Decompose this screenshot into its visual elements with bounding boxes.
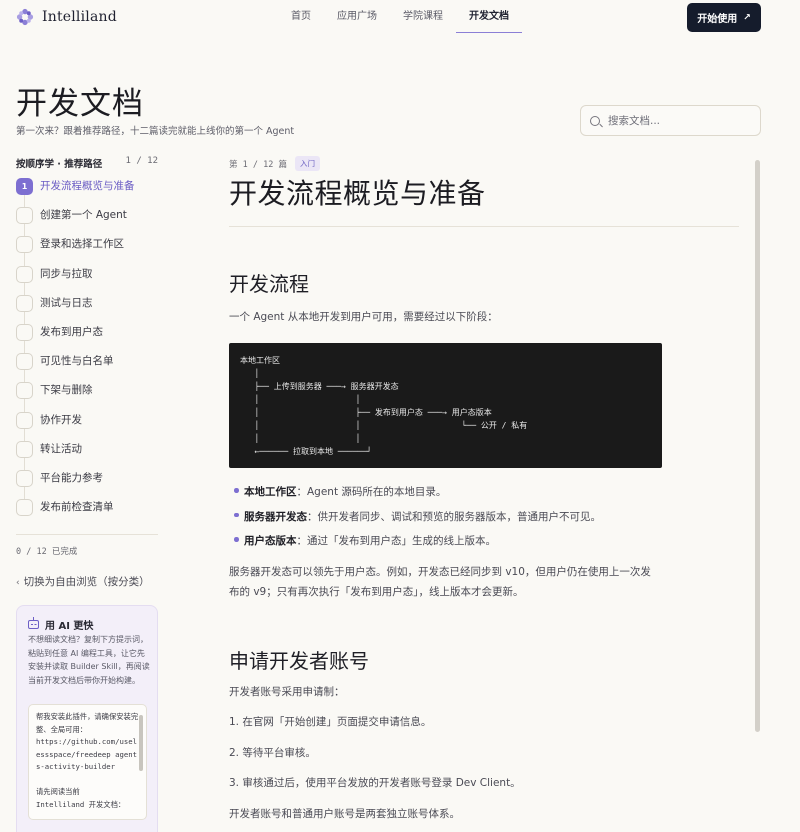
main-nav: 首页 应用广场 学院课程 开发文档 xyxy=(278,0,522,36)
step-circle xyxy=(16,207,33,225)
step-label: 测试与日志 xyxy=(40,296,93,309)
step-circle xyxy=(16,265,33,283)
prompt-scrollbar[interactable] xyxy=(139,715,143,771)
top-nav-bar: Intelliland 首页 应用广场 学院课程 开发文档 开始使用 ↗ xyxy=(0,0,800,36)
path-step-unpublish-delete[interactable]: 下架与删除 xyxy=(16,382,176,411)
step-label: 可见性与白名单 xyxy=(40,355,114,368)
chevron-left-icon: ‹ xyxy=(16,578,20,588)
step-label: 下架与删除 xyxy=(40,384,93,397)
list-item: 服务器开发态：供开发者同步、调试和预览的服务器版本，普通用户不可见。 xyxy=(229,509,669,534)
article-meta: 第 1 / 12 篇 入门 xyxy=(229,156,320,171)
page-title: 开发文档 xyxy=(16,86,144,122)
bullet-term: 本地工作区 xyxy=(244,486,297,498)
flow-diagram-text: 本地工作区 │ ├── 上传到服务器 ───→ 服务器开发态 │ │ │ ├──… xyxy=(240,356,528,456)
list-item: 用户态版本：通过「发布到用户态」生成的线上版本。 xyxy=(229,533,669,558)
ai-card-title: 用 AI 更快 xyxy=(28,616,94,632)
step-label: 发布前检查清单 xyxy=(40,501,114,514)
step-label: 开发流程概览与准备 xyxy=(40,180,135,192)
step-circle xyxy=(16,382,33,400)
logo[interactable]: Intelliland xyxy=(16,8,117,26)
bullet-text: ：通过「发布到用户态」生成的线上版本。 xyxy=(296,535,497,547)
step-label: 发布到用户态 xyxy=(40,325,103,338)
account-note: 开发者账号和普通用户账号是两套独立账号体系。 xyxy=(229,808,460,820)
search-icon xyxy=(590,115,600,126)
nav-dev-docs[interactable]: 开发文档 xyxy=(456,0,522,33)
path-heading: 按顺序学 · 推荐路径 xyxy=(16,159,103,170)
logo-flower-icon xyxy=(16,8,34,26)
nav-home[interactable]: 首页 xyxy=(278,0,324,33)
content-scrollbar[interactable] xyxy=(755,160,760,732)
learning-path-list: 1 开发流程概览与准备 创建第一个 Agent 登录和选择工作区 同步与拉取 测… xyxy=(16,178,176,528)
ai-card-description: 不想细读文档？复制下方提示词，粘贴到任意 AI 编程工具，让它先安装并读取 Bu… xyxy=(28,635,150,685)
get-started-label: 开始使用 xyxy=(697,14,738,25)
step-circle xyxy=(16,294,33,312)
title-divider xyxy=(229,226,739,227)
completion-progress: 0 / 12 已完成 xyxy=(16,547,78,557)
path-step-checklist[interactable]: 发布前检查清单 xyxy=(16,499,176,528)
step-label: 平台能力参考 xyxy=(40,471,103,484)
path-counter: 1 / 12 xyxy=(125,156,158,166)
path-step-test-logs[interactable]: 测试与日志 xyxy=(16,294,176,324)
get-started-button[interactable]: 开始使用 ↗ xyxy=(687,3,761,32)
flow-intro: 一个 Agent 从本地开发到用户可用，需要经过以下阶段： xyxy=(229,311,498,323)
path-step-login-workspace[interactable]: 登录和选择工作区 xyxy=(16,236,176,265)
step-label: 同步与拉取 xyxy=(40,267,93,280)
arrow-up-right-icon: ↗ xyxy=(743,12,751,23)
bullet-term: 服务器开发态 xyxy=(244,510,307,523)
step-circle xyxy=(16,411,33,429)
step-circle xyxy=(16,499,33,517)
free-browse-toggle[interactable]: ‹ 切换为自由浏览（按分类） xyxy=(16,574,150,589)
article-index: 第 1 / 12 篇 xyxy=(229,159,287,170)
account-step-1: 1. 在官网「开始创建」页面提交申请信息。 xyxy=(229,716,432,728)
path-step-collaboration[interactable]: 协作开发 xyxy=(16,411,176,441)
stage-list: 本地工作区：Agent 源码所在的本地目录。 服务器开发态：供开发者同步、调试和… xyxy=(229,484,669,558)
path-step-publish[interactable]: 发布到用户态 xyxy=(16,323,176,353)
account-step-2: 2. 等待平台审核。 xyxy=(229,747,316,759)
bullet-term: 用户态版本 xyxy=(244,535,297,547)
logo-text: Intelliland xyxy=(42,9,117,25)
heading-apply-account: 申请开发者账号 xyxy=(229,649,369,673)
account-intro: 开发者账号采用申请制： xyxy=(229,686,345,698)
path-step-overview[interactable]: 1 开发流程概览与准备 xyxy=(16,178,176,207)
list-item: 本地工作区：Agent 源码所在的本地目录。 xyxy=(229,484,669,509)
doc-search-box[interactable] xyxy=(580,105,761,136)
ai-assist-card: 用 AI 更快 不想细读文档？复制下方提示词，粘贴到任意 AI 编程工具，让它先… xyxy=(16,605,158,832)
path-header: 按顺序学 · 推荐路径 1 / 12 xyxy=(16,156,158,170)
step-circle xyxy=(16,323,33,341)
sidebar-divider xyxy=(16,534,158,535)
article-title: 开发流程概览与准备 xyxy=(229,177,486,210)
path-step-sync-pull[interactable]: 同步与拉取 xyxy=(16,265,176,295)
step-label: 转让活动 xyxy=(40,442,82,455)
free-browse-label: 切换为自由浏览（按分类） xyxy=(23,576,150,588)
nav-courses[interactable]: 学院课程 xyxy=(390,0,456,33)
nav-app-square[interactable]: 应用广场 xyxy=(324,0,390,33)
step-label: 协作开发 xyxy=(40,413,82,426)
path-step-visibility[interactable]: 可见性与白名单 xyxy=(16,353,176,382)
path-step-transfer[interactable]: 转让活动 xyxy=(16,440,176,470)
step-circle xyxy=(16,440,33,458)
search-input[interactable] xyxy=(608,114,748,127)
version-note: 服务器开发态可以领先于用户态。例如，开发态已经同步到 v10，但用户仍在使用上一… xyxy=(229,566,651,598)
account-step-3: 3. 审核通过后，使用平台发放的开发者账号登录 Dev Client。 xyxy=(229,777,521,789)
ai-prompt-box[interactable]: 帮我安装此插件，请确保安装完整、全局可用： https://github.com… xyxy=(28,704,147,820)
path-step-create-agent[interactable]: 创建第一个 Agent xyxy=(16,207,176,236)
step-label: 创建第一个 Agent xyxy=(40,209,127,222)
bullet-text: ：供开发者同步、调试和预览的服务器版本，普通用户不可见。 xyxy=(307,510,601,523)
step-circle xyxy=(16,353,33,371)
step-circle xyxy=(16,236,33,254)
level-badge: 入门 xyxy=(294,156,320,171)
step-label: 登录和选择工作区 xyxy=(40,238,124,251)
step-number-badge: 1 xyxy=(16,178,33,195)
bullet-text: ：Agent 源码所在的本地目录。 xyxy=(296,486,447,498)
path-step-platform-ref[interactable]: 平台能力参考 xyxy=(16,469,176,499)
flow-code-block: 本地工作区 │ ├── 上传到服务器 ───→ 服务器开发态 │ │ │ ├──… xyxy=(229,343,662,468)
heading-dev-flow: 开发流程 xyxy=(229,272,309,296)
ai-prompt-text[interactable]: 帮我安装此插件，请确保安装完整、全局可用： https://github.com… xyxy=(36,711,140,811)
ai-card-title-text: 用 AI 更快 xyxy=(45,621,94,632)
page-subtitle: 第一次来？跟着推荐路径，十二篇读完就能上线你的第一个 Agent xyxy=(16,126,295,137)
robot-icon xyxy=(28,616,39,629)
step-circle xyxy=(16,469,33,487)
